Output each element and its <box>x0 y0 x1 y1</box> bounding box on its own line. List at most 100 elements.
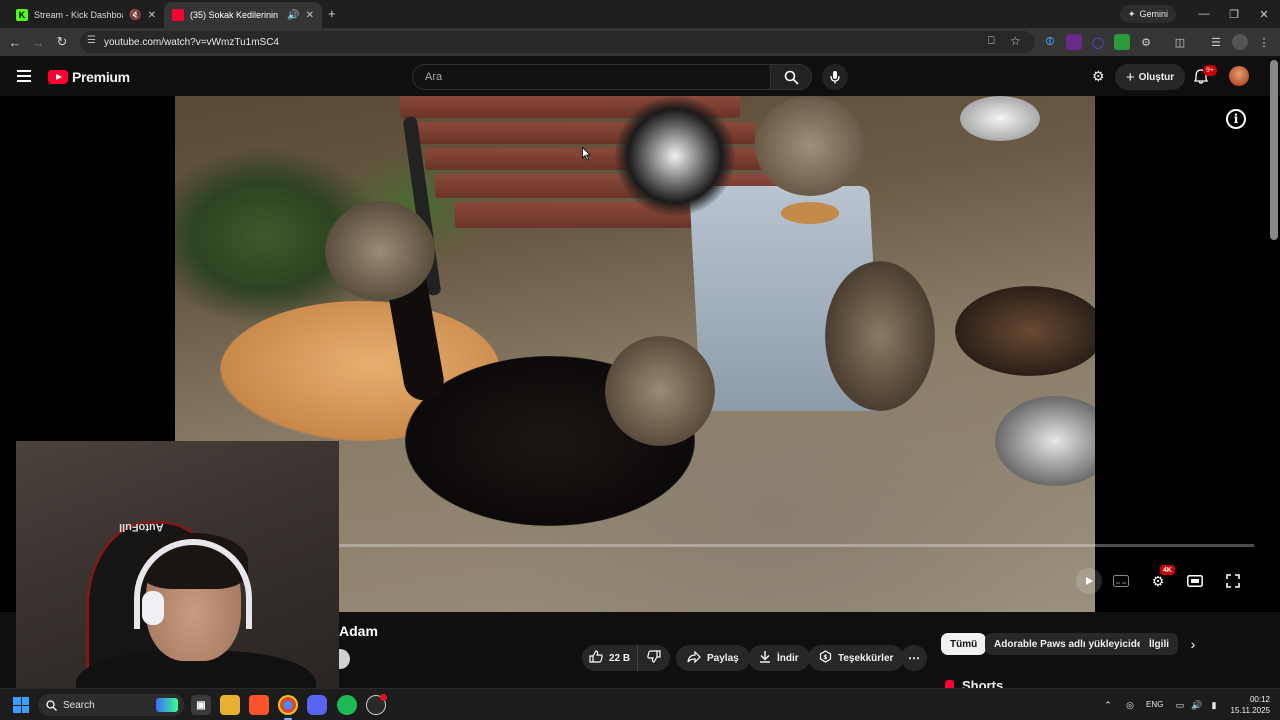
youtube-header: Premium Ara ⚙ + Oluştur 9+ <box>0 56 1280 96</box>
search-highlight-icon <box>156 698 178 712</box>
task-view-icon[interactable]: ▣ <box>191 695 211 715</box>
create-button[interactable]: + Oluştur <box>1115 64 1185 90</box>
profile-avatar-icon[interactable] <box>1232 34 1248 50</box>
subtitles-icon[interactable] <box>1110 570 1132 592</box>
voice-search-button[interactable] <box>822 64 848 90</box>
search-input[interactable]: Ara <box>412 64 770 90</box>
download-button[interactable]: İndir <box>748 645 810 671</box>
tab-close-icon[interactable]: ✕ <box>148 10 156 21</box>
share-arrow-icon <box>687 650 701 666</box>
discord-icon[interactable] <box>307 695 327 715</box>
windows-start-icon[interactable] <box>13 697 29 713</box>
download-label: İndir <box>777 652 799 664</box>
bookmark-star-icon[interactable]: ☆ <box>1010 34 1021 48</box>
tray-overflow-chevron-icon[interactable]: ⌃ <box>1100 697 1116 713</box>
extensions-puzzle-icon[interactable]: ⚙ <box>1138 34 1154 50</box>
muted-speaker-icon[interactable]: 🔇 <box>129 10 141 21</box>
webcam-overlay: AutoFull <box>16 441 339 689</box>
theater-mode-icon[interactable] <box>1184 570 1206 592</box>
channel-name[interactable]: Adam <box>339 623 378 639</box>
tab-kick-dashboard[interactable]: K Stream - Kick Dashboard 🔇 ✕ <box>8 2 164 28</box>
media-controls-icon[interactable]: ☰ <box>1208 34 1224 50</box>
network-icon[interactable]: ▭ <box>1172 697 1188 713</box>
back-arrow-icon[interactable]: ← <box>5 32 25 52</box>
extension-purple-icon[interactable] <box>1066 34 1082 50</box>
gemini-label: Gemini <box>1139 9 1169 19</box>
notification-count-badge: 9+ <box>1203 65 1217 76</box>
speaker-icon[interactable]: 🔊 <box>287 10 299 21</box>
search-icon <box>784 70 799 85</box>
youtube-play-icon <box>48 70 68 84</box>
like-button[interactable]: 22 B <box>582 645 638 671</box>
tab-close-icon[interactable]: ✕ <box>306 10 314 21</box>
gemini-button[interactable]: ✦ Gemini <box>1120 5 1177 23</box>
taskbar-search[interactable]: Search <box>38 694 184 716</box>
install-app-icon[interactable]: ⎕ <box>988 35 995 48</box>
spotify-icon[interactable] <box>337 695 357 715</box>
like-count: 22 B <box>608 652 631 664</box>
plus-icon: + <box>1125 68 1135 86</box>
chip-related[interactable]: İlgili <box>1140 633 1178 655</box>
reload-icon[interactable]: ↻ <box>52 32 72 52</box>
fullscreen-icon[interactable] <box>1222 570 1244 592</box>
account-avatar[interactable] <box>1229 66 1249 86</box>
minimize-icon[interactable]: — <box>1188 4 1220 24</box>
search-button[interactable] <box>770 64 812 90</box>
chair-brand-text: AutoFull <box>119 521 164 533</box>
split-view-icon[interactable]: ◫ <box>1172 34 1188 50</box>
share-label: Paylaş <box>707 652 739 664</box>
restore-icon[interactable]: ❐ <box>1218 4 1250 24</box>
headset-earcup <box>142 591 164 625</box>
extension-game-icon[interactable]: ◯ <box>1090 34 1106 50</box>
chip-uploader[interactable]: Adorable Paws adlı yükleyiciden <box>985 633 1158 655</box>
brave-browser-icon[interactable] <box>249 695 269 715</box>
share-button[interactable]: Paylaş <box>676 645 750 671</box>
kick-favicon-icon: K <box>16 9 28 21</box>
forward-arrow-icon[interactable]: → <box>28 32 48 52</box>
close-window-icon[interactable]: ✕ <box>1248 4 1280 24</box>
taskbar-search-label: Search <box>63 699 95 711</box>
battery-icon[interactable]: ▮ <box>1206 697 1222 713</box>
tab-title: (35) Sokak Kedilerinin Patile <box>190 10 281 20</box>
chip-all[interactable]: Tümü <box>941 633 987 655</box>
url-bar[interactable]: ☰ youtube.com/watch?v=vWmzTu1mSC4 ⎕ ☆ <box>80 31 1035 53</box>
language-indicator[interactable]: ENG <box>1146 700 1163 709</box>
volume-icon[interactable]: 🔊 <box>1189 697 1205 713</box>
dislike-button[interactable] <box>638 645 670 671</box>
page-scrollbar[interactable] <box>1270 60 1278 240</box>
windows-taskbar: Search ▣ ⌃ ◎ ENG ▭ 🔊 ▮ 00:12 15.11.2025 <box>0 688 1280 720</box>
mouse-cursor-icon <box>582 146 592 166</box>
new-tab-button[interactable]: + <box>328 6 336 21</box>
like-dislike-group: 22 B <box>582 645 670 671</box>
video-progress-bar[interactable] <box>338 544 1254 547</box>
file-explorer-icon[interactable] <box>220 695 240 715</box>
extension-translate-icon[interactable]: ⦷ <box>1042 34 1058 50</box>
thanks-label: Teşekkürler <box>838 652 894 664</box>
quality-4k-badge: 4K <box>1160 565 1175 575</box>
tray-microphone-icon[interactable]: ◎ <box>1122 697 1138 713</box>
thumbs-down-icon <box>647 650 661 666</box>
site-info-icon[interactable]: ☰ <box>87 35 96 46</box>
chevron-right-icon[interactable]: › <box>1184 635 1202 653</box>
download-icon <box>759 650 771 666</box>
create-label: Oluştur <box>1138 71 1175 83</box>
chrome-menu-icon[interactable]: ⋮ <box>1256 34 1272 50</box>
search-icon <box>46 699 57 711</box>
search-placeholder: Ara <box>425 71 443 83</box>
gemini-sparkle-icon: ✦ <box>1128 8 1136 19</box>
clock-date: 15.11.2025 <box>1230 706 1270 715</box>
tab-youtube-video[interactable]: (35) Sokak Kedilerinin Patile 🔊 ✕ <box>164 2 322 28</box>
microphone-icon <box>830 71 840 84</box>
chrome-app-icon[interactable] <box>278 695 298 715</box>
hamburger-menu-icon[interactable] <box>17 70 31 82</box>
taskbar-clock[interactable]: 00:12 15.11.2025 <box>1222 694 1270 716</box>
youtube-premium-logo[interactable]: Premium <box>48 69 130 85</box>
video-info-icon[interactable]: i <box>1226 109 1246 129</box>
thanks-button[interactable]: $ Teşekkürler <box>808 645 905 671</box>
more-actions-icon[interactable]: ⋯ <box>901 645 927 671</box>
youtube-favicon-icon <box>172 9 184 21</box>
autoplay-toggle-icon[interactable] <box>1076 568 1102 594</box>
studio-clapper-icon[interactable]: ⚙ <box>1092 68 1105 85</box>
extension-green-icon[interactable] <box>1114 34 1130 50</box>
svg-text:$: $ <box>823 654 827 661</box>
